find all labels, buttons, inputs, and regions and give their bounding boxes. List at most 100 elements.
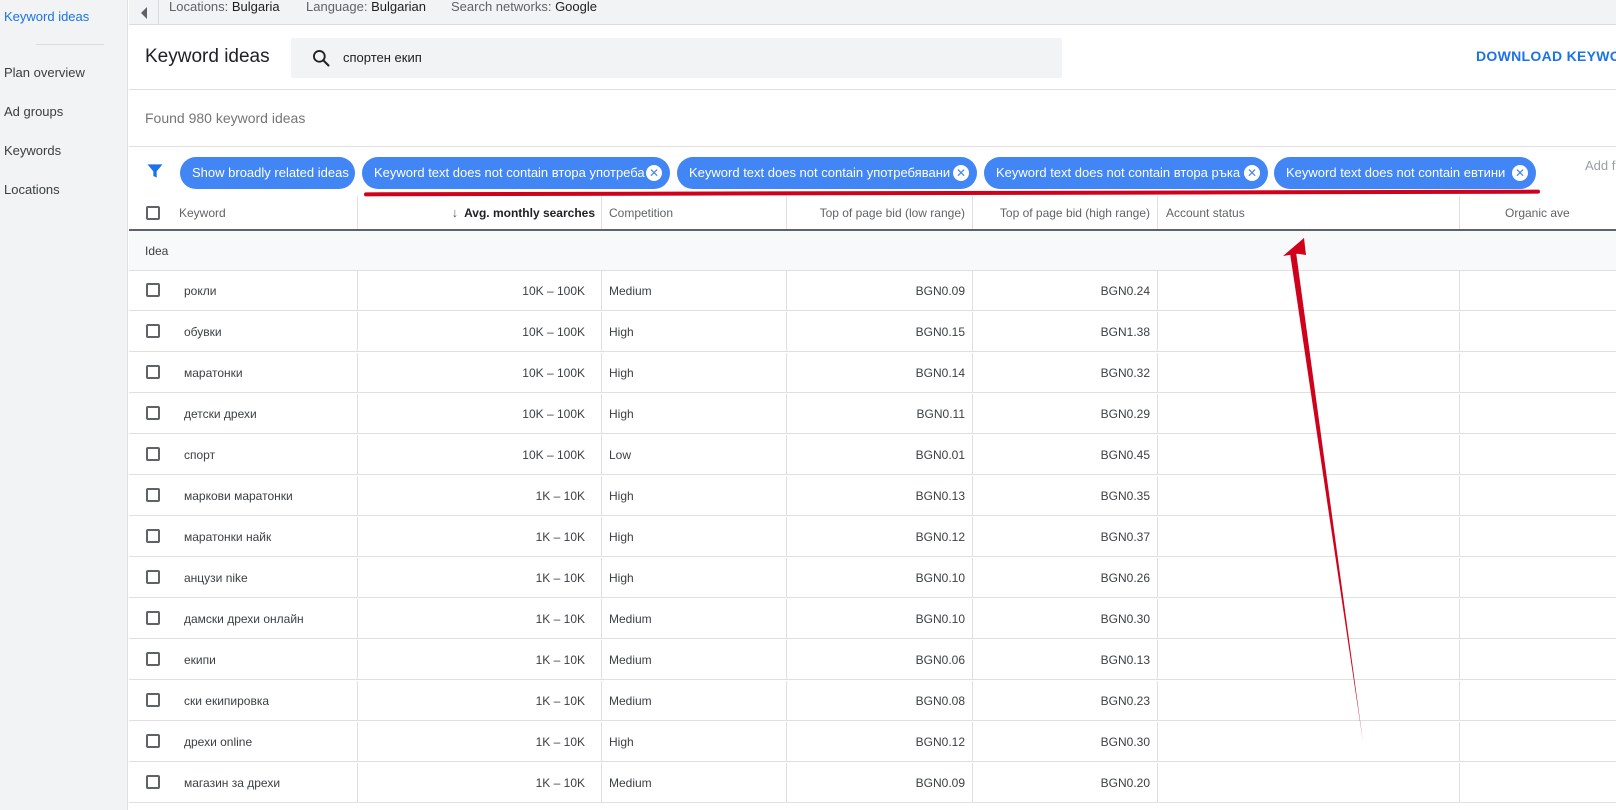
row-checkbox[interactable] — [146, 529, 160, 543]
table-row[interactable]: маркови маратонки 1K – 10K High BGN0.13 BGN0… — [129, 476, 1616, 516]
col-avg-searches[interactable]: ↓ Avg. monthly searches — [359, 196, 595, 229]
filter-bar: Show broadly related ideas Keyword text … — [129, 146, 1616, 196]
table-row[interactable]: обувки 10K – 100K High BGN0.15 BGN1.38 — [129, 312, 1616, 352]
col-bid-low[interactable]: Top of page bid (low range) — [789, 196, 965, 229]
table-row[interactable]: анцузи nike 1K – 10K High BGN0.10 BGN0.26 — [129, 558, 1616, 598]
bid-high-cell: BGN0.35 — [1100, 488, 1150, 503]
keyword-cell: анцузи nike — [184, 570, 248, 585]
chip-filter-vtora-raka[interactable]: Keyword text does not contain втора ръка… — [984, 157, 1268, 189]
table-row[interactable]: рокли 10K – 100K Medium BGN0.09 BGN0.24 — [129, 271, 1616, 311]
bid-low-cell: BGN0.12 — [915, 734, 965, 749]
col-competition[interactable]: Competition — [609, 196, 789, 229]
keyword-search-input[interactable]: спортен екип — [291, 38, 1062, 78]
chip-label: Keyword text does not contain втора упот… — [374, 165, 645, 180]
chip-broadly-related[interactable]: Show broadly related ideas — [180, 157, 355, 189]
keyword-cell: спорт — [184, 447, 216, 462]
bid-low-cell: BGN0.01 — [915, 447, 965, 462]
table-row[interactable]: дрехи online 1K – 10K High BGN0.12 BGN0.30 — [129, 722, 1616, 762]
add-filter-button[interactable]: Add f — [1585, 158, 1615, 173]
bid-high-cell: BGN0.30 — [1100, 611, 1150, 626]
chip-label: Keyword text does not contain евтини — [1286, 165, 1506, 180]
competition-cell: Medium — [609, 775, 652, 790]
competition-cell: Medium — [609, 652, 652, 667]
bid-low-cell: BGN0.14 — [915, 365, 965, 380]
language-setting[interactable]: Language: Bulgarian — [306, 0, 426, 14]
table-row[interactable]: маратонки 10K – 100K High BGN0.14 BGN0.32 — [129, 353, 1616, 393]
download-keywords-button[interactable]: DOWNLOAD KEYWORD — [1476, 48, 1616, 64]
avg-searches-cell: 10K – 100K — [522, 324, 585, 339]
row-checkbox[interactable] — [146, 365, 160, 379]
remove-chip-icon[interactable]: ✕ — [953, 165, 969, 181]
table-row[interactable]: дамски дрехи онлайн 1K – 10K Medium BGN0.10… — [129, 599, 1616, 639]
table-row[interactable]: магазин за дрехи 1K – 10K Medium BGN0.09 BGN… — [129, 763, 1616, 803]
row-checkbox[interactable] — [146, 406, 160, 420]
row-checkbox[interactable] — [146, 570, 160, 584]
chip-filter-vtora-upotreba[interactable]: Keyword text does not contain втора упот… — [362, 157, 670, 189]
chip-filter-evtini[interactable]: Keyword text does not contain евтини ✕ — [1274, 157, 1536, 189]
chip-filter-upotrebyavani[interactable]: Keyword text does not contain употребява… — [677, 157, 977, 189]
col-bid-high[interactable]: Top of page bid (high range) — [975, 196, 1150, 229]
bid-low-cell: BGN0.11 — [916, 406, 965, 421]
table-row[interactable]: детски дрехи 10K – 100K High BGN0.11 BGN0.29 — [129, 394, 1616, 434]
row-checkbox[interactable] — [146, 693, 160, 707]
avg-searches-cell: 1K – 10K — [535, 529, 585, 544]
location-label: Locations: — [169, 0, 229, 14]
row-checkbox[interactable] — [146, 652, 160, 666]
networks-setting[interactable]: Search networks: Google — [451, 0, 597, 14]
avg-searches-cell: 1K – 10K — [535, 570, 585, 585]
bid-low-cell: BGN0.10 — [915, 611, 965, 626]
remove-chip-icon[interactable]: ✕ — [646, 165, 662, 181]
row-checkbox[interactable] — [146, 611, 160, 625]
remove-chip-icon[interactable]: ✕ — [1244, 165, 1260, 181]
competition-cell: High — [609, 488, 634, 503]
bid-low-cell: BGN0.09 — [915, 775, 965, 790]
bid-high-cell: BGN0.32 — [1100, 365, 1150, 380]
location-value: Bulgaria — [231, 0, 280, 14]
chip-label: Keyword text does not contain употребява… — [689, 165, 951, 180]
table-row[interactable]: спорт 10K – 100K Low BGN0.01 BGN0.45 — [129, 435, 1616, 475]
bid-high-cell: BGN0.30 — [1100, 734, 1150, 749]
sidebar-item-keyword-ideas[interactable]: Keyword ideas — [4, 9, 89, 24]
keyword-cell: маратонки найк — [184, 529, 272, 544]
sidebar-item-plan-overview[interactable]: Plan overview — [4, 65, 85, 80]
col-organic[interactable]: Organic ave — [1505, 196, 1616, 229]
table-row[interactable]: маратонки найк 1K – 10K High BGN0.12 BGN0.37 — [129, 517, 1616, 557]
bid-high-cell: BGN0.24 — [1100, 283, 1150, 298]
select-all-checkbox[interactable] — [146, 206, 160, 220]
competition-cell: High — [609, 365, 634, 380]
bid-high-cell: BGN0.20 — [1100, 775, 1150, 790]
filter-icon[interactable] — [145, 161, 165, 181]
bid-low-cell: BGN0.13 — [915, 488, 965, 503]
keyword-cell: дамски дрехи онлайн — [184, 611, 304, 626]
competition-cell: High — [609, 570, 634, 585]
keyword-cell: ски екипировка — [184, 693, 270, 708]
keyword-cell: екипи — [184, 652, 216, 667]
avg-searches-cell: 1K – 10K — [535, 734, 585, 749]
col-account-status[interactable]: Account status — [1166, 196, 1366, 229]
remove-chip-icon[interactable]: ✕ — [1512, 165, 1528, 181]
bid-low-cell: BGN0.15 — [915, 324, 965, 339]
group-label: Idea — [145, 243, 169, 258]
location-setting[interactable]: Locations: Bulgaria — [169, 0, 280, 14]
table-row[interactable]: ски екипировка 1K – 10K Medium BGN0.08 BGN0.… — [129, 681, 1616, 721]
sidebar-divider — [36, 44, 104, 45]
col-keyword[interactable]: Keyword — [179, 196, 359, 229]
col-avg-searches-label: Avg. monthly searches — [464, 205, 595, 220]
row-checkbox[interactable] — [146, 734, 160, 748]
row-checkbox[interactable] — [146, 775, 160, 789]
sidebar-item-locations[interactable]: Locations — [4, 182, 60, 197]
row-checkbox[interactable] — [146, 447, 160, 461]
sidebar-item-ad-groups[interactable]: Ad groups — [4, 104, 63, 119]
competition-cell: Low — [609, 447, 632, 462]
sidebar-item-keywords[interactable]: Keywords — [4, 143, 61, 158]
row-checkbox[interactable] — [146, 283, 160, 297]
keyword-cell: детски дрехи — [184, 406, 257, 421]
bid-high-cell: BGN0.29 — [1100, 406, 1150, 421]
table-row[interactable]: екипи 1K – 10K Medium BGN0.06 BGN0.13 — [129, 640, 1616, 680]
row-checkbox[interactable] — [146, 324, 160, 338]
keyword-cell: рокли — [184, 283, 217, 298]
collapse-sidebar-button[interactable] — [129, 0, 159, 25]
search-icon — [313, 50, 330, 67]
row-checkbox[interactable] — [146, 488, 160, 502]
avg-searches-cell: 10K – 100K — [522, 283, 585, 298]
